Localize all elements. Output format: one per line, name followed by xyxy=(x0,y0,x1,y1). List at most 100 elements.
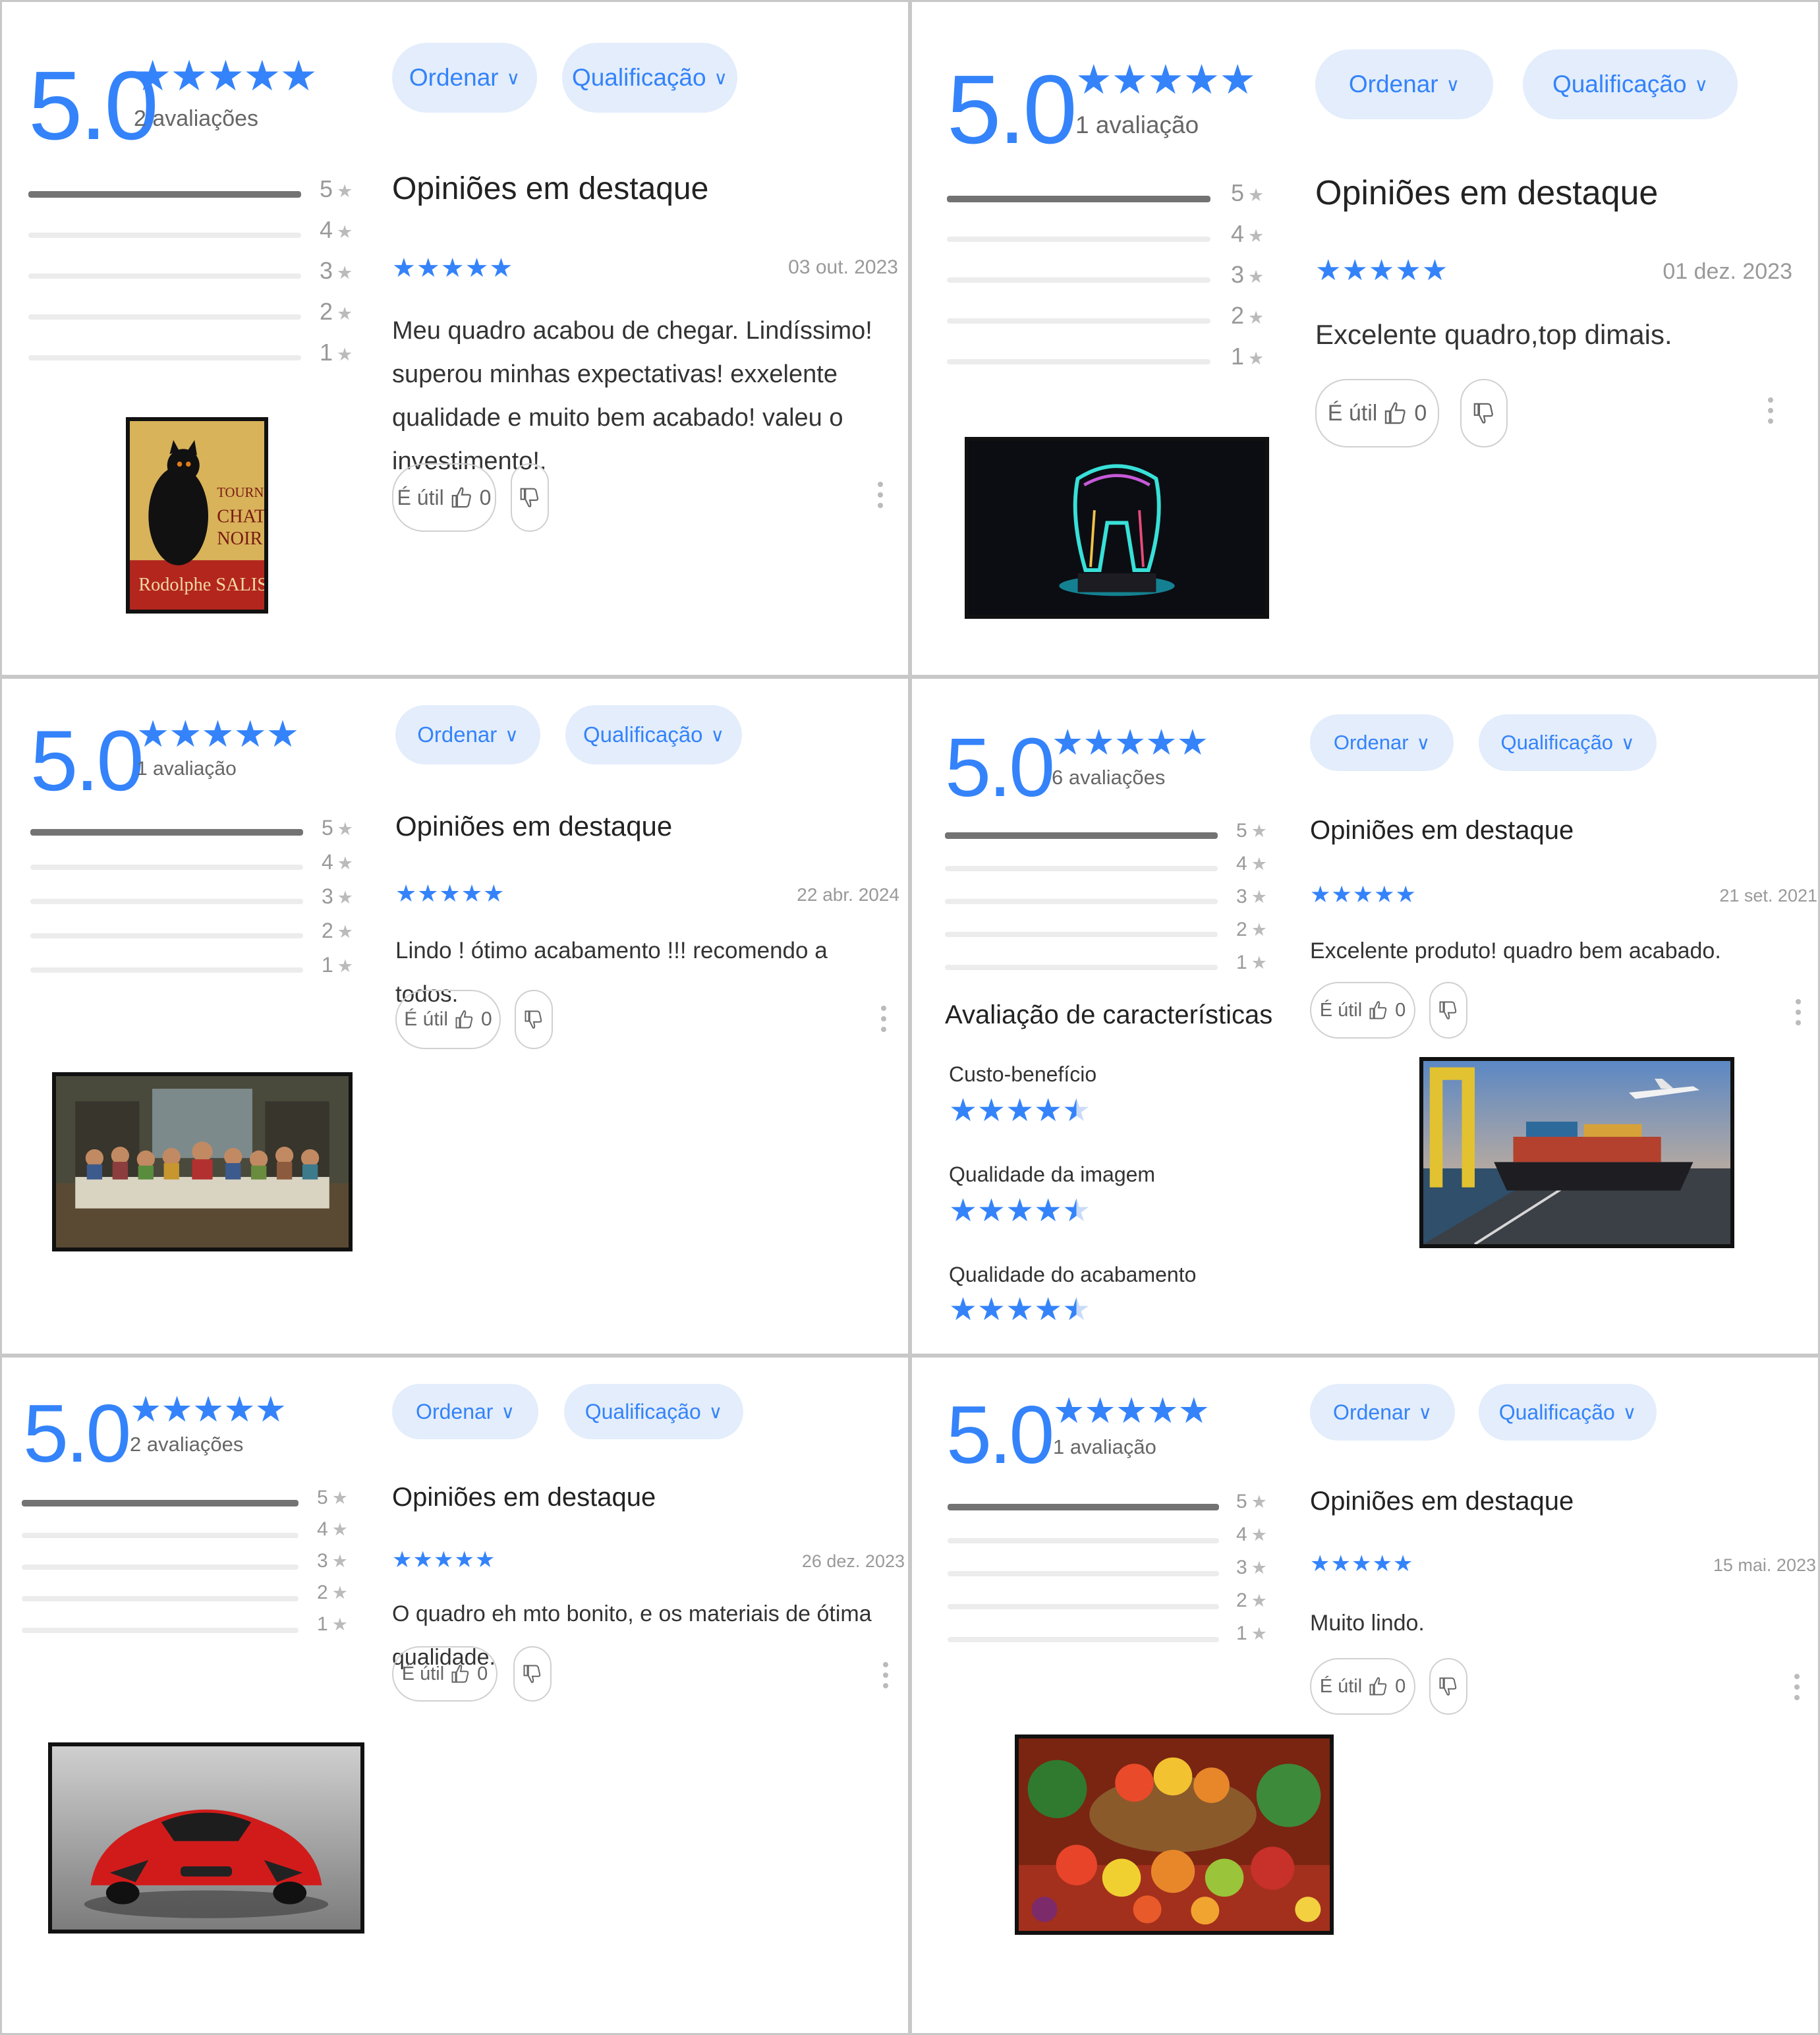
histogram-bar-2 xyxy=(30,933,303,938)
helpful-label: É útil xyxy=(397,485,444,509)
histogram-bar-1 xyxy=(948,1637,1219,1642)
chevron-down-icon: ∨ xyxy=(1446,74,1460,95)
helpful-button[interactable]: É útil 0 xyxy=(1310,1658,1415,1715)
review-photo-poster[interactable]: TOURNÉE CHAT NOIR Rodolphe SALIS xyxy=(126,417,268,614)
helpful-label: É útil xyxy=(401,1663,445,1684)
histogram-bar-1 xyxy=(28,355,301,360)
rating-filter-label: Qualificação xyxy=(584,1399,701,1423)
chevron-down-icon: ∨ xyxy=(708,1401,723,1422)
star-icon: ★ xyxy=(337,853,354,873)
thumbs-down-icon xyxy=(1439,1001,1457,1019)
histogram-bar-3 xyxy=(30,899,303,904)
star-icon: ★ xyxy=(331,1488,348,1508)
histogram-bar-2 xyxy=(947,318,1210,324)
star-icon: ★ xyxy=(1251,1525,1267,1545)
thumbs-up-icon xyxy=(1369,1677,1387,1696)
helpful-label: É útil xyxy=(1327,400,1378,426)
more-options-icon[interactable] xyxy=(882,1662,889,1688)
histogram-label-2: 2 ★ xyxy=(322,919,354,942)
histogram-label-2: 2 ★ xyxy=(317,1582,348,1603)
more-options-icon[interactable] xyxy=(880,1006,887,1032)
sort-button[interactable]: Ordenar ∨ xyxy=(1310,714,1454,771)
more-options-icon[interactable] xyxy=(1795,999,1802,1025)
sort-label: Ordenar xyxy=(1348,71,1438,98)
review-photo-last-supper[interactable] xyxy=(52,1072,353,1251)
review-panel-6: 5.0 ★★★★★ 1 avaliação Ordenar ∨ Qualifica… xyxy=(910,1356,1820,2035)
histogram-bar-1 xyxy=(945,965,1218,970)
histogram-label-3: 3 ★ xyxy=(317,1550,348,1572)
not-helpful-button[interactable] xyxy=(515,990,553,1049)
not-helpful-button[interactable] xyxy=(1460,379,1508,447)
helpful-button[interactable]: É útil 0 xyxy=(1315,379,1439,447)
helpful-label: É útil xyxy=(1319,999,1363,1021)
star-icon: ★ xyxy=(1251,1624,1267,1644)
histogram-bar-4 xyxy=(945,866,1218,871)
feature-label-value: Custo-benefício xyxy=(949,1062,1097,1086)
star-icon: ★ xyxy=(1251,920,1267,940)
histogram-bar-1 xyxy=(22,1628,299,1633)
review-photo-cargo-ship[interactable] xyxy=(1419,1057,1734,1248)
helpful-label: É útil xyxy=(404,1008,448,1030)
rating-filter-button[interactable]: Qualificação ∨ xyxy=(1479,1384,1657,1441)
star-icon: ★ xyxy=(1248,185,1265,205)
not-helpful-button[interactable] xyxy=(1429,982,1467,1039)
rating-filter-button[interactable]: Qualificação ∨ xyxy=(1523,49,1738,119)
helpful-button[interactable]: É útil 0 xyxy=(392,1646,498,1702)
svg-text:CHAT: CHAT xyxy=(217,506,264,527)
star-icon: ★ xyxy=(1248,349,1265,368)
histogram-label-5: 5 ★ xyxy=(322,816,354,840)
sort-button[interactable]: Ordenar ∨ xyxy=(1315,49,1493,119)
histogram-label-5: 5 ★ xyxy=(1236,1491,1267,1512)
review-photo-fruit-basket[interactable] xyxy=(1015,1734,1334,1935)
review-photo-neon-tooth[interactable] xyxy=(965,437,1269,619)
star-icon: ★ xyxy=(1248,308,1265,328)
not-helpful-button[interactable] xyxy=(511,463,549,532)
sort-button[interactable]: Ordenar ∨ xyxy=(392,43,537,113)
histogram-bar-3 xyxy=(948,1571,1219,1576)
rating-filter-button[interactable]: Qualificação ∨ xyxy=(565,705,742,764)
helpful-button[interactable]: É útil 0 xyxy=(1310,982,1415,1039)
histogram-bar-3 xyxy=(947,277,1210,283)
chevron-down-icon: ∨ xyxy=(506,67,521,88)
star-icon: ★ xyxy=(337,345,353,364)
not-helpful-button[interactable] xyxy=(1429,1658,1467,1715)
more-options-icon[interactable] xyxy=(1794,1674,1800,1700)
review-date: 21 set. 2021 xyxy=(1719,886,1817,905)
review-photo-red-car[interactable] xyxy=(48,1742,364,1934)
more-options-icon[interactable] xyxy=(877,482,884,508)
helpful-button[interactable]: É útil 0 xyxy=(392,463,496,532)
histogram-label-3: 3 ★ xyxy=(320,257,353,284)
helpful-button[interactable]: É útil 0 xyxy=(395,990,501,1049)
more-options-icon[interactable] xyxy=(1767,397,1774,424)
review-stars: ★★★★★ xyxy=(1310,882,1417,907)
not-helpful-button[interactable] xyxy=(513,1646,552,1702)
sort-button[interactable]: Ordenar ∨ xyxy=(395,705,540,764)
star-icon: ★ xyxy=(1251,1591,1267,1611)
rating-count: 2 avaliações xyxy=(134,106,259,131)
star-icon: ★ xyxy=(1248,267,1265,287)
rating-filter-label: Qualificação xyxy=(1500,731,1614,754)
average-stars: ★★★★★ xyxy=(130,1390,287,1429)
featured-heading: Opiniões em destaque xyxy=(1310,816,1574,845)
helpful-count: 0 xyxy=(1395,999,1406,1021)
sort-button[interactable]: Ordenar ∨ xyxy=(1310,1384,1455,1441)
featured-heading: Opiniões em destaque xyxy=(392,1483,656,1512)
rating-filter-label: Qualificação xyxy=(571,64,706,91)
histogram-label-4: 4 ★ xyxy=(1236,853,1267,874)
average-stars: ★★★★★ xyxy=(136,713,299,755)
svg-text:NOIR: NOIR xyxy=(217,529,262,549)
sort-button[interactable]: Ordenar ∨ xyxy=(392,1384,538,1439)
sort-label: Ordenar xyxy=(1333,731,1409,754)
rating-filter-button[interactable]: Qualificação ∨ xyxy=(564,1384,743,1439)
star-icon: ★ xyxy=(1251,1558,1267,1578)
review-text: Meu quadro acabou de chegar. Lindíssimo!… xyxy=(392,317,872,475)
rating-filter-button[interactable]: Qualificação ∨ xyxy=(562,43,737,113)
helpful-label: É útil xyxy=(1319,1675,1363,1697)
review-date: 03 out. 2023 xyxy=(788,256,898,278)
histogram-bar-5 xyxy=(30,829,303,836)
star-icon: ★ xyxy=(337,181,353,201)
review-panel-5: 5.0 ★★★★★ 2 avaliações Ordenar ∨ Qualific… xyxy=(0,1356,910,2035)
histogram-label-4: 4 ★ xyxy=(317,1518,348,1540)
svg-text:Rodolphe SALIS: Rodolphe SALIS xyxy=(138,575,264,595)
rating-filter-button[interactable]: Qualificação ∨ xyxy=(1479,714,1657,771)
